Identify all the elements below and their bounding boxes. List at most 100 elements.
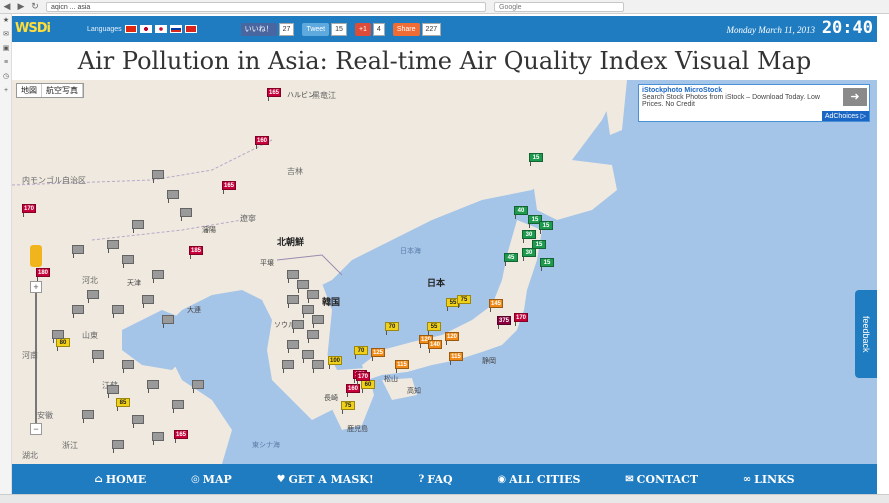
- share-button[interactable]: Share: [392, 22, 420, 36]
- aqi-marker[interactable]: 170: [356, 372, 370, 385]
- no-data-marker[interactable]: [307, 290, 319, 303]
- no-data-marker[interactable]: [152, 170, 164, 183]
- no-data-marker[interactable]: [152, 270, 164, 283]
- bookmark-icon[interactable]: ▣: [0, 42, 12, 56]
- facebook-like-button[interactable]: いいね！: [240, 22, 277, 36]
- no-data-marker[interactable]: [122, 360, 134, 373]
- mail-icon[interactable]: ✉: [0, 28, 12, 42]
- no-data-marker[interactable]: [287, 340, 299, 353]
- aqi-marker[interactable]: 375: [497, 316, 511, 329]
- no-data-marker[interactable]: [82, 410, 94, 423]
- aqi-marker[interactable]: 70: [385, 322, 399, 335]
- aqi-marker[interactable]: 40: [514, 206, 528, 219]
- aqi-marker[interactable]: 125: [371, 348, 385, 361]
- feed-icon[interactable]: ≡: [0, 56, 12, 70]
- no-data-marker[interactable]: [312, 360, 324, 373]
- ad-banner[interactable]: iStockphoto MicroStock Search Stock Phot…: [638, 84, 870, 122]
- aqi-marker[interactable]: 165: [174, 430, 188, 443]
- zoom-out-button[interactable]: −: [30, 423, 42, 435]
- aqi-marker[interactable]: 165: [267, 88, 281, 101]
- star-icon[interactable]: ★: [0, 14, 12, 28]
- aqi-marker[interactable]: 75: [341, 401, 355, 414]
- no-data-marker[interactable]: [312, 315, 324, 328]
- browser-search-input[interactable]: Google: [494, 1, 624, 12]
- no-data-marker[interactable]: [302, 350, 314, 363]
- no-data-marker[interactable]: [297, 280, 309, 293]
- no-data-marker[interactable]: [167, 190, 179, 203]
- map-type-roadmap[interactable]: 地図: [17, 84, 42, 97]
- zoom-in-button[interactable]: +: [30, 281, 42, 293]
- back-icon[interactable]: ◀: [0, 1, 14, 12]
- aqi-marker[interactable]: 45: [504, 253, 518, 266]
- add-icon[interactable]: +: [0, 84, 12, 98]
- nav-all-cities[interactable]: ◉ ALL CITIES: [497, 473, 580, 486]
- aqi-marker[interactable]: 55: [427, 322, 441, 335]
- feedback-tab[interactable]: feedback: [855, 290, 877, 378]
- pegman-icon[interactable]: [30, 245, 42, 267]
- history-icon[interactable]: ◷: [0, 70, 12, 84]
- china-flag-icon[interactable]: [124, 25, 137, 33]
- no-data-marker[interactable]: [107, 385, 119, 398]
- no-data-marker[interactable]: [132, 415, 144, 428]
- ad-choices-link[interactable]: AdChoices ▷: [821, 111, 869, 121]
- no-data-marker[interactable]: [92, 350, 104, 363]
- aqi-marker[interactable]: 30: [522, 230, 536, 243]
- aqi-marker[interactable]: 170: [514, 313, 528, 326]
- ad-title[interactable]: iStockphoto MicroStock: [639, 85, 869, 94]
- no-data-marker[interactable]: [192, 380, 204, 393]
- aqi-marker[interactable]: 15: [540, 258, 554, 271]
- aqi-marker[interactable]: 100: [328, 356, 342, 369]
- aqi-marker[interactable]: 30: [522, 248, 536, 261]
- no-data-marker[interactable]: [302, 305, 314, 318]
- japan-flag-icon[interactable]: [139, 25, 152, 33]
- nav-home[interactable]: ⌂ HOME: [94, 473, 146, 486]
- aqi-marker[interactable]: 75: [457, 295, 471, 308]
- aqi-marker[interactable]: 160: [255, 136, 269, 149]
- nav-faq[interactable]: ? FAQ: [418, 473, 452, 486]
- nav-links[interactable]: ∞ LINKS: [743, 473, 795, 486]
- ad-arrow-icon[interactable]: ➜: [843, 88, 867, 106]
- no-data-marker[interactable]: [52, 330, 64, 343]
- aqi-marker[interactable]: 165: [222, 181, 236, 194]
- no-data-marker[interactable]: [72, 305, 84, 318]
- forward-icon[interactable]: ▶: [14, 1, 28, 12]
- aqi-marker[interactable]: 85: [116, 398, 130, 411]
- no-data-marker[interactable]: [147, 380, 159, 393]
- aqi-marker[interactable]: 170: [22, 204, 36, 217]
- nav-map[interactable]: ◎ MAP: [191, 473, 232, 486]
- no-data-marker[interactable]: [172, 400, 184, 413]
- vietnam-flag-icon[interactable]: [184, 25, 197, 33]
- aqi-marker[interactable]: 115: [449, 352, 463, 365]
- aqi-marker[interactable]: 145: [489, 299, 503, 312]
- no-data-marker[interactable]: [287, 270, 299, 283]
- aqi-marker[interactable]: 115: [395, 360, 409, 373]
- no-data-marker[interactable]: [152, 432, 164, 445]
- no-data-marker[interactable]: [307, 330, 319, 343]
- nav-contact[interactable]: ✉ CONTACT: [625, 473, 698, 486]
- aqi-marker[interactable]: 180: [36, 268, 50, 281]
- reload-icon[interactable]: ↻: [28, 1, 42, 12]
- site-logo[interactable]: WSDi: [15, 18, 79, 40]
- no-data-marker[interactable]: [292, 320, 304, 333]
- aqi-marker[interactable]: 15: [529, 153, 543, 166]
- no-data-marker[interactable]: [87, 290, 99, 303]
- aqi-marker[interactable]: 120: [445, 332, 459, 345]
- russia-flag-icon[interactable]: [169, 25, 182, 33]
- gplus-button[interactable]: +1: [354, 22, 371, 36]
- no-data-marker[interactable]: [287, 295, 299, 308]
- no-data-marker[interactable]: [142, 295, 154, 308]
- no-data-marker[interactable]: [132, 220, 144, 233]
- no-data-marker[interactable]: [112, 440, 124, 453]
- nav-get-a-mask[interactable]: ♥ GET A MASK!: [277, 473, 374, 486]
- korea-flag-icon[interactable]: [154, 25, 167, 33]
- aqi-marker[interactable]: 160: [346, 384, 360, 397]
- aqi-marker[interactable]: 80: [56, 338, 70, 351]
- aqi-marker[interactable]: 140: [428, 340, 442, 353]
- no-data-marker[interactable]: [180, 208, 192, 221]
- no-data-marker[interactable]: [122, 255, 134, 268]
- address-bar[interactable]: aqicn ... asia: [46, 1, 486, 12]
- aqi-marker[interactable]: 185: [189, 246, 203, 259]
- no-data-marker[interactable]: [282, 360, 294, 373]
- aqi-marker[interactable]: 15: [539, 221, 553, 234]
- aqi-marker[interactable]: 70: [354, 346, 368, 359]
